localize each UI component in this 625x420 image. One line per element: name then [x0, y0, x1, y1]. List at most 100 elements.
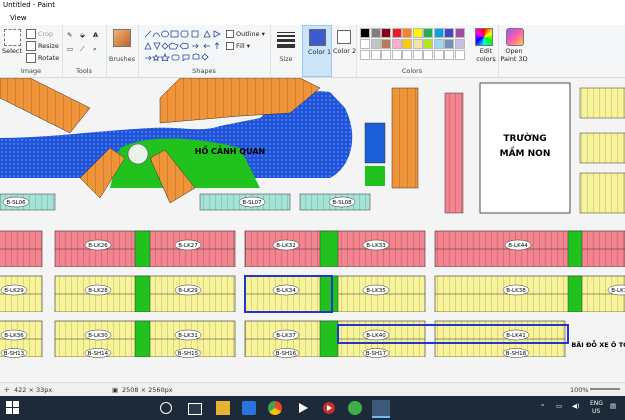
group-shapes: Outline ▾ Fill ▾ Shapes [138, 25, 271, 77]
group-colors: Colors [356, 25, 468, 77]
outline-dropdown[interactable]: Outline ▾ [226, 30, 265, 38]
media-player-icon[interactable] [296, 401, 310, 415]
palette-swatch[interactable] [433, 28, 444, 38]
palette-swatch[interactable] [454, 28, 465, 38]
palette-swatch[interactable] [423, 28, 433, 38]
size-button-label[interactable]: Size [270, 55, 302, 63]
site-plan-image[interactable]: HỒ CẢNH QUAN TRƯỜNG MẦM NON B-SL06 B-SL0… [0, 78, 625, 382]
sh-label-sh13: B-SH13 [4, 351, 25, 357]
block-label-lk35: B-LK35 [366, 288, 386, 294]
fill-icon [226, 42, 234, 50]
open-paint3d-button[interactable]: Open Paint 3D [500, 25, 528, 77]
palette-swatch[interactable] [423, 50, 433, 60]
palette-swatch[interactable] [433, 50, 444, 60]
palette-swatch[interactable] [402, 28, 412, 38]
block-label-lk37: B-LK37 [276, 333, 296, 339]
zoom-slider[interactable] [590, 388, 620, 390]
image-size: 2508 × 2560px [122, 386, 173, 394]
chrome-icon[interactable] [268, 401, 282, 415]
group-tools-label: Tools [75, 67, 92, 75]
palette-swatch[interactable] [412, 50, 423, 60]
eraser-icon[interactable]: ▭ [67, 45, 73, 53]
sh-label-sh17: B-SH17 [366, 351, 387, 357]
palette-swatch[interactable] [444, 28, 454, 38]
palette-swatch[interactable] [360, 50, 370, 60]
magnifier-icon[interactable]: ⌕ [93, 45, 97, 54]
pencil-icon[interactable]: ✎ [67, 31, 72, 39]
palette-swatch[interactable] [402, 50, 412, 60]
green-strip [319, 275, 339, 313]
tray-chevron-icon[interactable]: ⌃ [540, 403, 545, 411]
color1-button[interactable]: Color 1 [302, 25, 332, 77]
paint-taskbar-icon[interactable] [372, 400, 390, 418]
brushes-icon[interactable] [113, 29, 131, 47]
fill-dropdown[interactable]: Fill ▾ [226, 42, 250, 50]
palette-swatch[interactable] [444, 39, 454, 49]
cortana-icon[interactable] [160, 402, 172, 414]
app-green-icon[interactable] [348, 401, 362, 415]
color2-button[interactable]: Color 2 [331, 25, 357, 77]
palette-swatch[interactable] [360, 39, 370, 49]
road [0, 267, 625, 276]
windows-start-icon[interactable] [6, 401, 20, 415]
language-line1[interactable]: ENG [590, 400, 603, 407]
text-tool-icon[interactable]: A [93, 31, 98, 39]
block-label-lk38: B-LK38 [506, 288, 526, 294]
size-icon[interactable] [277, 30, 295, 48]
brushes-button-label[interactable]: Brushes [106, 55, 138, 63]
color-picker-icon[interactable]: ⟋ [80, 45, 85, 54]
select-button[interactable]: Select [2, 47, 22, 55]
green-strip [134, 275, 151, 313]
green-strip [134, 320, 151, 358]
block-label-lk27: B-LK27 [178, 243, 198, 249]
palette-swatch[interactable] [412, 39, 423, 49]
palette-swatch[interactable] [381, 28, 391, 38]
palette-swatch[interactable] [381, 50, 391, 60]
green-strip [567, 275, 583, 313]
sh-label-sh15: B-SH15 [178, 351, 199, 357]
select-icon[interactable] [4, 29, 21, 46]
zalo-icon[interactable] [242, 401, 256, 415]
palette-swatch[interactable] [391, 39, 402, 49]
palette-swatch[interactable] [381, 39, 391, 49]
rotate-button[interactable]: Rotate [26, 53, 59, 63]
task-view-icon[interactable] [188, 403, 202, 415]
rotate-icon [26, 53, 36, 63]
housing-blocks: B-LK26 B-LK27 B-LK32 B-LK33 B-LK44 B-LK29 B-LK… [0, 230, 625, 366]
palette-swatch[interactable] [370, 39, 381, 49]
palette-swatch[interactable] [370, 50, 381, 60]
school-label-1: TRƯỜNG [503, 132, 546, 144]
edit-colors-button[interactable]: Edit colors [470, 25, 499, 77]
color1-swatch [309, 29, 326, 46]
drawing-canvas[interactable]: HỒ CẢNH QUAN TRƯỜNG MẦM NON B-SL06 B-SL0… [0, 78, 625, 382]
palette-swatch[interactable] [423, 39, 433, 49]
palette-swatch[interactable] [444, 50, 454, 60]
resize-button[interactable]: Resize [26, 41, 59, 51]
file-explorer-icon[interactable] [216, 401, 230, 415]
palette-swatch[interactable] [433, 39, 444, 49]
group-image: Select Crop Resize Rotate Image [0, 25, 63, 77]
palette-swatch[interactable] [391, 50, 402, 60]
block-label-lk32: B-LK32 [276, 243, 295, 249]
palette-swatch[interactable] [360, 28, 370, 38]
snipping-tool-icon[interactable] [322, 401, 336, 415]
fill-bucket-icon[interactable]: ⬙ [80, 31, 85, 39]
volume-icon[interactable]: ◀) [572, 402, 580, 410]
palette-swatch[interactable] [391, 28, 402, 38]
crop-button[interactable]: Crop [26, 29, 53, 39]
ribbon: Select Crop Resize Rotate Image ✎ ⬙ A ▭ … [0, 25, 625, 78]
menu-view[interactable]: View [10, 14, 27, 22]
block-label-lk36: B-LK36 [4, 333, 24, 339]
palette-swatch[interactable] [412, 28, 423, 38]
shapes-gallery[interactable] [143, 29, 223, 61]
palette-swatch[interactable] [454, 50, 465, 60]
notifications-icon[interactable]: ▤ [610, 402, 616, 410]
palette-swatch[interactable] [402, 39, 412, 49]
palette-swatch[interactable] [370, 28, 381, 38]
palette-swatch[interactable] [454, 39, 465, 49]
block-label-lk40: B-LK40 [366, 333, 386, 339]
block-label-lk31: B-LK31 [178, 333, 197, 339]
sh-label-sh18: B-SH18 [506, 351, 527, 357]
network-icon[interactable]: ▭ [556, 402, 562, 410]
language-line2[interactable]: US [592, 408, 600, 415]
